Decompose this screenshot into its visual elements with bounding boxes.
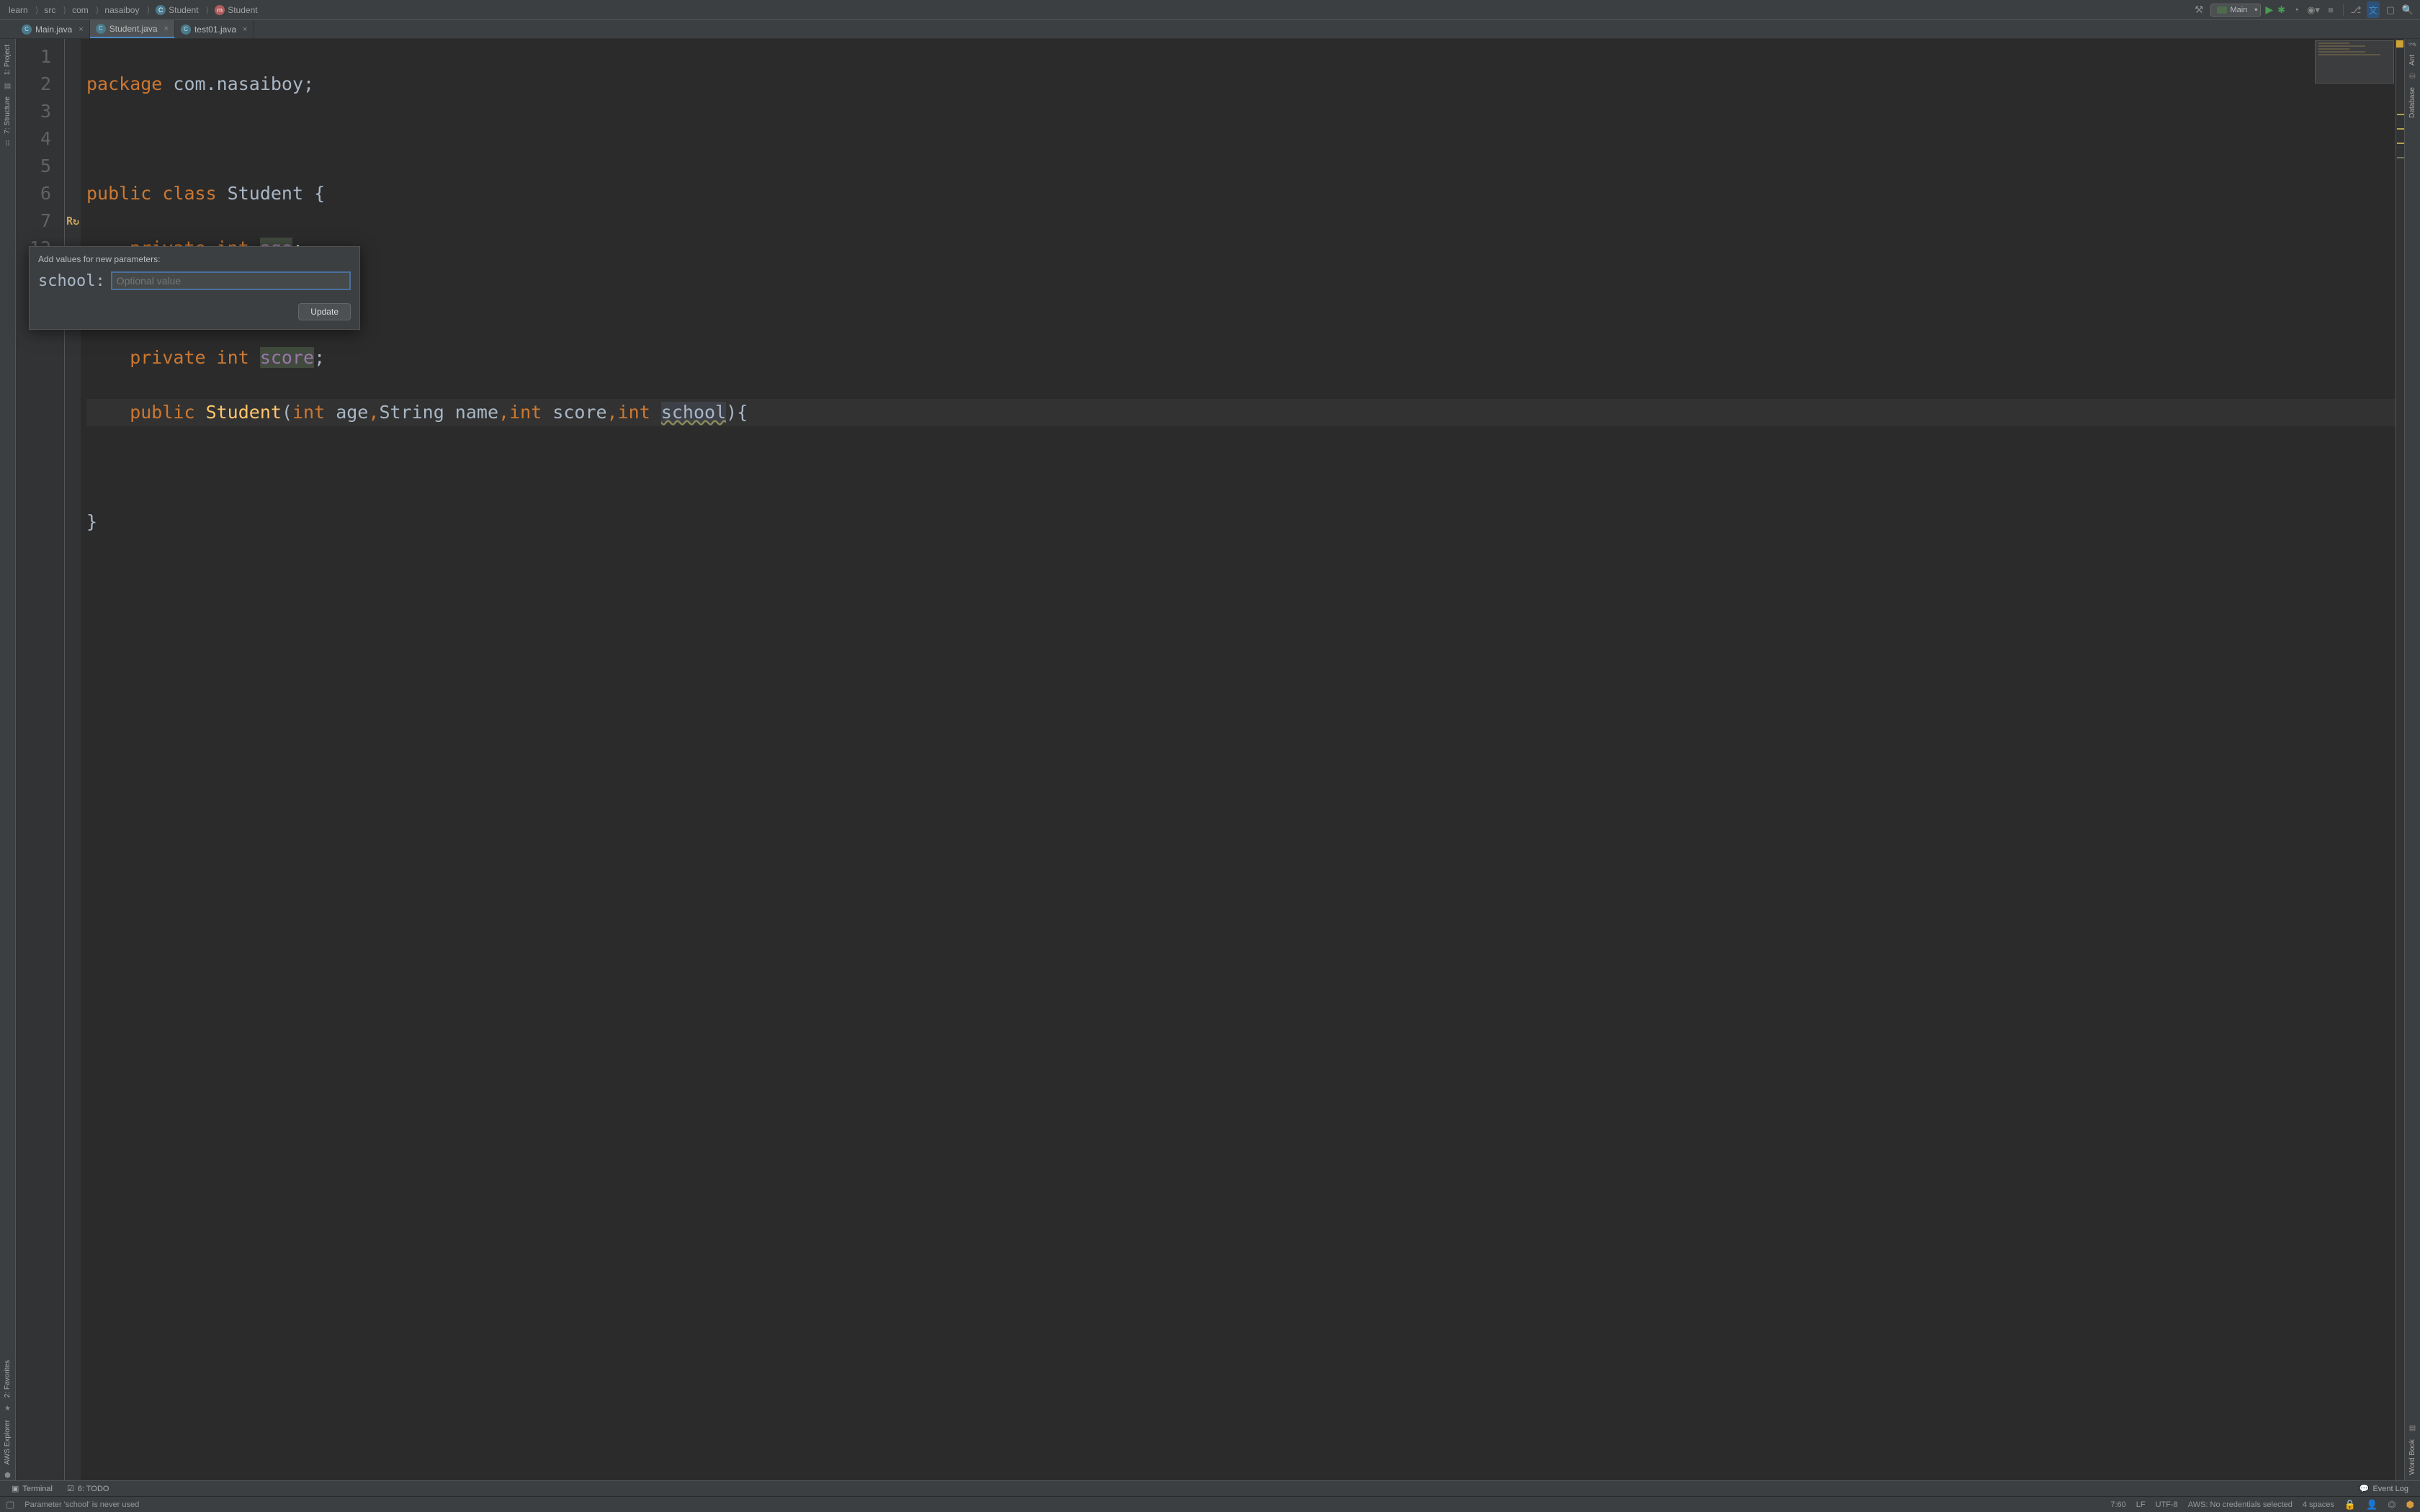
terminal-icon: ▣ (12, 1484, 19, 1493)
inspections-icon[interactable]: 👤 (2366, 1499, 2378, 1511)
line-separator[interactable]: LF (2136, 1500, 2146, 1509)
tool-project[interactable]: 1: Project (4, 39, 12, 81)
code-area[interactable]: package com.nasaiboy; public class Stude… (81, 39, 2396, 1480)
refactor-popup: Add values for new parameters: school: U… (29, 246, 360, 330)
todo-icon: ☑ (67, 1484, 74, 1493)
profiler-icon[interactable]: ◉▾ (2307, 4, 2320, 16)
coverage-icon[interactable]: ◔ (2290, 4, 2303, 15)
tool-event-log[interactable]: 💬Event Log (2352, 1484, 2416, 1493)
bottom-tool-bar: ▣Terminal ☑6: TODO 💬Event Log (0, 1480, 2420, 1496)
tool-terminal[interactable]: ▣Terminal (4, 1484, 60, 1493)
run-icon[interactable]: ▶ (2265, 4, 2273, 16)
structure-icon[interactable]: ⠿ (3, 140, 13, 150)
aws-status[interactable]: AWS: No credentials selected (2188, 1500, 2293, 1509)
popup-title: Add values for new parameters: (38, 254, 351, 264)
tool-favorites[interactable]: 2: Favorites (4, 1354, 12, 1403)
param-value-input[interactable] (111, 271, 351, 290)
crumb-src[interactable]: src (41, 5, 69, 15)
tool-database[interactable]: Database (2408, 81, 2416, 124)
translate-icon[interactable]: 文 (2367, 1, 2380, 18)
toolbar-right: ⚒ Main ▶ ✱ ◔ ◉▾ ■ ⎇ 文 ▢ 🔍 (2192, 1, 2420, 18)
status-bar: ▢ Parameter 'school' is never used 7:60 … (0, 1496, 2420, 1512)
file-encoding[interactable]: UTF-8 (2156, 1500, 2178, 1509)
right-tool-rail: 🐜 Ant ⛁ Database ▤ Word Book (2404, 39, 2420, 1480)
tab-main-java[interactable]: C Main.java × (16, 20, 90, 38)
left-tool-rail: 1: Project ▤ 7: Structure ⠿ 2: Favorites… (0, 39, 16, 1480)
crumb-student-method[interactable]: mStudent (212, 5, 267, 15)
param-label: school: (38, 272, 105, 290)
close-icon[interactable]: × (79, 25, 83, 34)
project-structure-icon[interactable]: ▢ (2384, 4, 2397, 16)
close-icon[interactable]: × (164, 24, 169, 33)
debug-icon[interactable]: ✱ (2277, 4, 2285, 16)
java-class-icon: C (22, 24, 32, 35)
navigation-bar: learn src com nasaiboy CStudent mStudent… (0, 0, 2420, 20)
ant-icon[interactable]: 🐜 (2408, 39, 2418, 49)
tool-todo[interactable]: ☑6: TODO (60, 1484, 116, 1493)
crumb-com[interactable]: com (69, 5, 102, 15)
crumb-learn[interactable]: learn (6, 5, 41, 15)
tool-windows-icon[interactable]: ▢ (6, 1499, 14, 1511)
search-icon[interactable]: 🔍 (2401, 4, 2414, 16)
memory-icon[interactable]: ⏣ (2388, 1499, 2396, 1511)
warning-marker[interactable] (2397, 143, 2404, 144)
warning-marker[interactable] (2397, 128, 2404, 130)
tab-student-java[interactable]: C Student.java × (90, 20, 175, 38)
crumb-nasaiboy[interactable]: nasaiboy (102, 5, 153, 15)
cursor-position[interactable]: 7:60 (2110, 1500, 2125, 1509)
ide-icon[interactable]: ⬢ (2406, 1499, 2414, 1511)
git-icon[interactable]: ⎇ (2349, 4, 2362, 16)
analysis-status-icon[interactable] (2396, 40, 2403, 48)
stop-icon[interactable]: ■ (2324, 4, 2337, 15)
tab-test01-java[interactable]: C test01.java × (175, 20, 254, 38)
tool-wordbook[interactable]: Word Book (2408, 1434, 2416, 1480)
update-button[interactable]: Update (298, 303, 351, 320)
code-minimap[interactable] (2315, 40, 2394, 84)
java-class-icon: C (181, 24, 191, 35)
indent-status[interactable]: 4 spaces (2303, 1500, 2334, 1509)
aws-icon[interactable]: ⬢ (3, 1470, 13, 1480)
breadcrumb: learn src com nasaiboy CStudent mStudent (0, 5, 268, 15)
error-stripe[interactable] (2396, 39, 2404, 1480)
java-class-icon: C (96, 24, 106, 34)
tool-ant[interactable]: Ant (2408, 49, 2416, 71)
folder-icon[interactable]: ▤ (3, 81, 13, 91)
build-icon[interactable]: ⚒ (2192, 4, 2207, 16)
wordbook-icon[interactable]: ▤ (2408, 1423, 2418, 1434)
eventlog-icon: 💬 (2360, 1484, 2370, 1493)
run-configuration-selector[interactable]: Main (2210, 4, 2261, 17)
refactor-gutter-icon[interactable]: R↻ (65, 207, 81, 235)
warning-marker[interactable] (2397, 114, 2404, 115)
tool-structure[interactable]: 7: Structure (4, 91, 12, 140)
close-icon[interactable]: × (243, 25, 247, 34)
method-icon: m (215, 5, 225, 15)
editor-tabs: C Main.java × C Student.java × C test01.… (0, 20, 2420, 39)
crumb-student-class[interactable]: CStudent (153, 5, 212, 15)
tool-aws-explorer[interactable]: AWS Explorer (4, 1414, 12, 1470)
star-icon[interactable]: ★ (3, 1404, 13, 1414)
status-message: Parameter 'school' is never used (24, 1500, 139, 1509)
code-editor[interactable]: 1 2 3 4 5 6 7 12 13 14 R↻ package com. (16, 39, 2404, 1480)
class-icon: C (156, 5, 166, 15)
database-icon[interactable]: ⛁ (2408, 71, 2418, 81)
lock-icon[interactable]: 🔒 (2344, 1499, 2356, 1511)
warning-marker[interactable] (2397, 157, 2404, 158)
